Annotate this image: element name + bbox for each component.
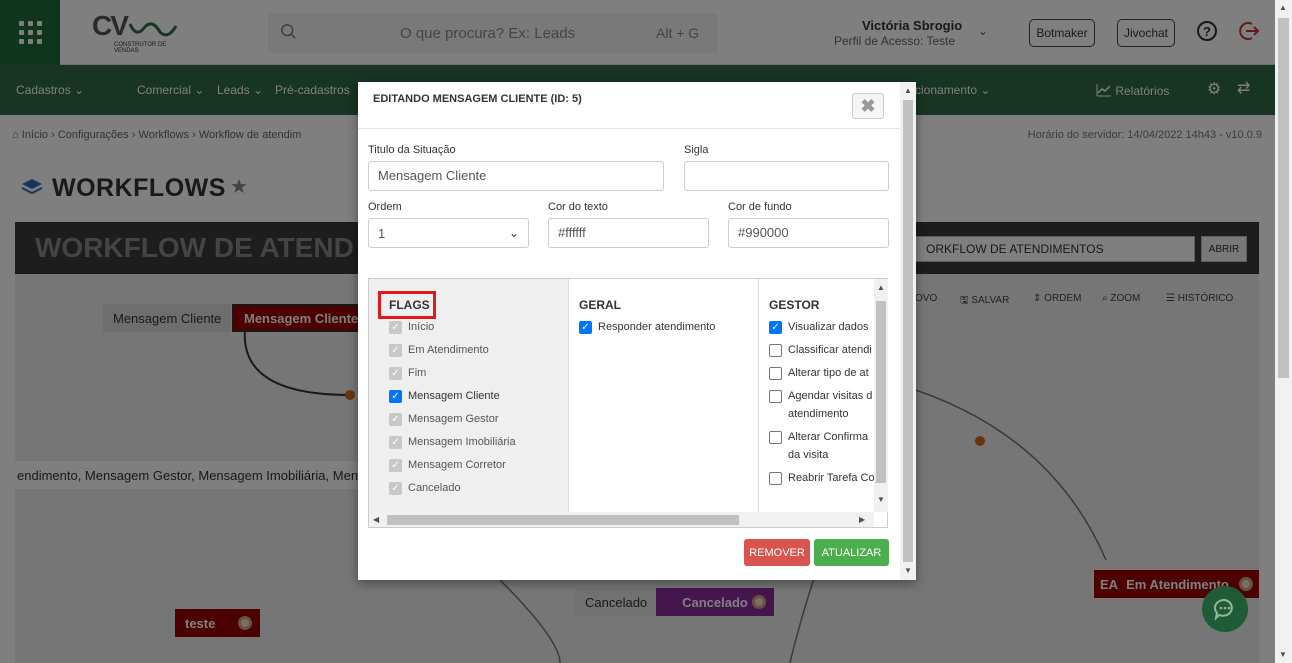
- modal-scrollbar[interactable]: ▲ ▼: [900, 82, 916, 580]
- chevron-down-icon: ⌄: [508, 226, 519, 240]
- ordem-value: 1: [378, 225, 386, 241]
- flag-mensagem-gestor: ✓ Mensagem Gestor: [389, 413, 498, 426]
- chat-icon: [1214, 598, 1233, 620]
- edit-situation-modal: EDITANDO MENSAGEM CLIENTE (ID: 5) ✖ Titu…: [358, 82, 916, 580]
- modal-divider: [358, 128, 900, 129]
- perm-label: Alterar Confirma: [788, 431, 869, 443]
- close-icon[interactable]: ✖: [852, 93, 884, 119]
- flag-fim: ✓ Fim: [389, 367, 426, 380]
- checkbox: ✓: [389, 436, 402, 449]
- flag-cancelado: ✓ Cancelado: [389, 482, 461, 495]
- checkbox[interactable]: [769, 431, 782, 444]
- checkbox[interactable]: [769, 472, 782, 485]
- perm-alterar-confirmacao[interactable]: Alterar Confirma: [769, 431, 868, 444]
- ordem-select[interactable]: 1 ⌄: [368, 218, 529, 248]
- scroll-down-arrow[interactable]: ▼: [877, 495, 885, 504]
- perm-alterar-tipo[interactable]: Alterar tipo de at: [769, 367, 869, 380]
- checkbox: ✓: [389, 413, 402, 426]
- flag-label: Mensagem Imobiliária: [408, 436, 516, 448]
- gestor-column: GESTOR ✓ Visualizar dados Classificar ate…: [759, 279, 874, 512]
- perm-label-continuation: atendimento: [788, 408, 849, 420]
- flag-mensagem-corretor: ✓ Mensagem Corretor: [389, 459, 506, 472]
- flag-inicio: ✓ Início: [389, 321, 434, 334]
- flag-label: Mensagem Corretor: [408, 459, 506, 471]
- flag-label: Mensagem Gestor: [408, 413, 499, 425]
- geral-column: GERAL ✓ Responder atendimento: [569, 279, 759, 512]
- update-button[interactable]: ATUALIZAR: [814, 539, 889, 566]
- checkbox[interactable]: [769, 390, 782, 403]
- perm-label-continuation: da visita: [788, 449, 829, 461]
- page-scrollbar[interactable]: ▲ ▼: [1275, 0, 1292, 663]
- flag-mensagem-imobiliaria: ✓ Mensagem Imobiliária: [389, 436, 516, 449]
- checkbox: ✓: [389, 459, 402, 472]
- titulo-field[interactable]: Mensagem Cliente: [368, 161, 664, 191]
- scroll-right-arrow[interactable]: ▶: [859, 515, 865, 524]
- sigla-field[interactable]: [684, 161, 889, 191]
- scroll-thumb[interactable]: [876, 301, 886, 483]
- panel-vertical-scrollbar[interactable]: ▲ ▼: [874, 279, 888, 512]
- titulo-label: Titulo da Situação: [368, 144, 456, 156]
- flag-em-atendimento: ✓ Em Atendimento: [389, 344, 489, 357]
- ordem-label: Ordem: [368, 201, 402, 213]
- perm-label: Classificar atendi: [788, 344, 872, 356]
- panel-horizontal-scrollbar[interactable]: ◀ ▶: [369, 512, 874, 527]
- perm-reabrir-tarefa[interactable]: Reabrir Tarefa Co: [769, 472, 874, 485]
- flag-label: Cancelado: [408, 482, 461, 494]
- checkbox: ✓: [389, 482, 402, 495]
- gestor-heading: GESTOR: [769, 298, 820, 312]
- scroll-up-arrow[interactable]: ▲: [1279, 3, 1287, 12]
- perm-label: Reabrir Tarefa Co: [788, 472, 874, 484]
- flag-label: Fim: [408, 367, 427, 379]
- cor-texto-field[interactable]: #ffffff: [548, 218, 709, 248]
- perm-classificar[interactable]: Classificar atendi: [769, 344, 872, 357]
- flag-label: Mensagem Cliente: [408, 390, 500, 402]
- checkbox[interactable]: [769, 344, 782, 357]
- flags-column: FLAGS ✓ Início ✓ Em Atendimento ✓ Fim ✓ Mens…: [369, 279, 569, 512]
- sigla-label: Sigla: [684, 144, 709, 156]
- remove-button[interactable]: REMOVER: [744, 539, 810, 566]
- scroll-thumb[interactable]: [903, 100, 913, 562]
- cor-texto-label: Cor do texto: [548, 201, 608, 213]
- flag-mensagem-cliente[interactable]: ✓ Mensagem Cliente: [389, 390, 500, 403]
- scroll-down-arrow[interactable]: ▼: [1279, 650, 1287, 659]
- checkbox[interactable]: ✓: [389, 390, 402, 403]
- scroll-left-arrow[interactable]: ◀: [373, 515, 379, 524]
- checkbox: ✓: [389, 321, 402, 334]
- modal-title: EDITANDO MENSAGEM CLIENTE (ID: 5): [373, 93, 582, 105]
- cor-fundo-label: Cor de fundo: [728, 201, 792, 213]
- scroll-up-arrow[interactable]: ▲: [877, 283, 885, 292]
- scroll-up-arrow[interactable]: ▲: [904, 86, 912, 95]
- geral-heading: GERAL: [579, 298, 621, 312]
- scroll-thumb[interactable]: [387, 515, 739, 525]
- scroll-thumb[interactable]: [1278, 18, 1289, 378]
- flag-label: Início: [408, 321, 435, 333]
- perm-label: Responder atendimento: [598, 321, 716, 333]
- checkbox[interactable]: ✓: [769, 321, 782, 334]
- perm-label: Agendar visitas d: [788, 390, 873, 402]
- perm-agendar-visitas[interactable]: Agendar visitas d: [769, 390, 872, 403]
- flag-label: Em Atendimento: [408, 344, 489, 356]
- checkbox: ✓: [389, 367, 402, 380]
- scroll-down-arrow[interactable]: ▼: [904, 566, 912, 575]
- flags-heading: FLAGS: [389, 298, 430, 312]
- perm-label: Alterar tipo de at: [788, 367, 869, 379]
- chat-button[interactable]: [1202, 586, 1248, 632]
- checkbox[interactable]: ✓: [579, 321, 592, 334]
- cor-fundo-field[interactable]: #990000: [728, 218, 889, 248]
- perm-visualizar-dados[interactable]: ✓ Visualizar dados: [769, 321, 869, 334]
- perm-label: Visualizar dados: [788, 321, 869, 333]
- checkbox: ✓: [389, 344, 402, 357]
- checkbox[interactable]: [769, 367, 782, 380]
- permissions-panel: FLAGS ✓ Início ✓ Em Atendimento ✓ Fim ✓ Mens…: [368, 278, 888, 528]
- perm-responder-atendimento[interactable]: ✓ Responder atendimento: [579, 321, 715, 334]
